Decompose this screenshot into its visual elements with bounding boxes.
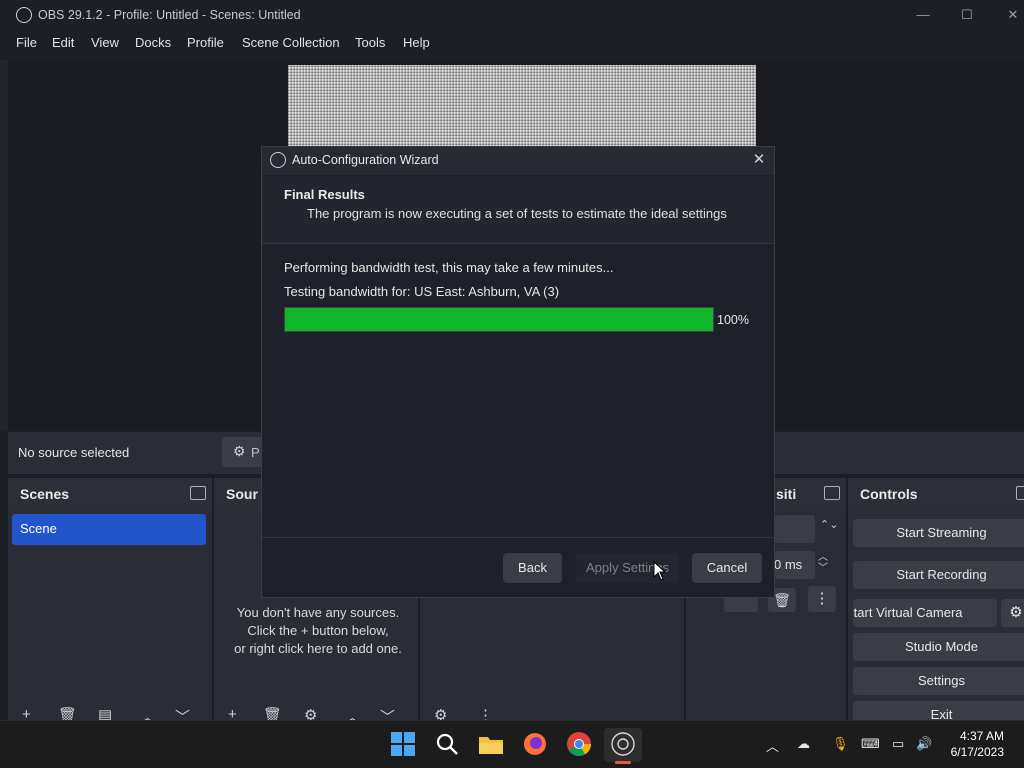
studio-mode-button[interactable]: Studio Mode [853,633,1024,661]
display-icon[interactable]: ▭ [892,736,904,752]
windows-start-icon[interactable] [391,732,415,756]
cancel-button[interactable]: Cancel [692,553,762,583]
clock-date[interactable]: 6/17/2023 [946,745,1004,759]
obs-icon [611,732,635,756]
sources-empty-line3: or right click here to add one. [234,641,402,656]
active-app-indicator [615,761,631,764]
microphone-icon[interactable]: 🎙 [832,736,849,752]
clock-time[interactable]: 4:37 AM [958,729,1004,743]
menu-edit[interactable]: Edit [52,35,74,50]
dialog-close-icon[interactable]: ✕ [750,150,768,170]
menu-tools[interactable]: Tools [355,35,385,50]
menu-help[interactable]: Help [403,35,430,50]
sources-empty-line1: You don't have any sources. [236,605,400,620]
sources-empty-line2: Click the + button below, [247,623,389,638]
preview-canvas[interactable] [288,65,756,155]
left-edge-strip [0,60,8,430]
minimize-button[interactable]: — [913,6,933,24]
undock-icon[interactable] [190,486,206,500]
gear-icon: ⚙ [233,443,246,459]
menu-profile[interactable]: Profile [187,35,224,50]
testing-server-text: Testing bandwidth for: US East: Ashburn,… [284,284,560,299]
progress-bar-fill [285,308,713,331]
virtual-camera-settings-icon[interactable]: ⚙ [1001,599,1024,627]
volume-icon[interactable]: 🔊 [916,736,932,752]
dialog-title: Auto-Configuration Wizard [292,153,439,167]
dialog-divider [262,537,774,538]
mouse-cursor-icon [653,561,667,581]
search-icon[interactable] [435,732,459,756]
no-source-label: No source selected [18,445,130,460]
tray-network-icon[interactable]: ☁ [797,736,810,752]
menu-file[interactable]: File [16,35,37,50]
menu-docks[interactable]: Docks [135,35,171,50]
scenes-dock-title: Scenes [20,486,70,502]
start-virtual-camera-button[interactable]: Start Virtual Camera [853,599,997,627]
menu-view[interactable]: View [91,35,119,50]
back-button[interactable]: Back [503,553,562,583]
menu-scene-collection[interactable]: Scene Collection [242,35,340,50]
obs-logo-icon [270,152,286,168]
obs-logo-icon [16,7,32,23]
tray-overflow-icon[interactable]: ︿ [766,736,779,755]
controls-dock-title: Controls [860,486,918,502]
keyboard-icon[interactable]: ⌨ [861,736,880,752]
sources-dock-title: Sour [226,486,258,502]
select-arrows-icon: ⌃⌄ [820,519,839,531]
window-title: OBS 29.1.2 - Profile: Untitled - Scenes:… [38,8,301,22]
duration-spinner-icon[interactable]: ︿ ﹀ [818,552,828,574]
maximize-button[interactable]: ☐ [957,6,977,24]
undock-icon[interactable] [1016,486,1024,500]
firefox-icon[interactable] [522,731,548,757]
settings-button[interactable]: Settings [853,667,1024,695]
start-streaming-button[interactable]: Start Streaming [853,519,1024,547]
chrome-icon[interactable] [566,731,592,757]
scene-item-label: Scene [20,521,57,536]
status-text: Performing bandwidth test, this may take… [284,260,614,275]
page-title: Final Results [284,187,365,202]
close-button[interactable]: ✕ [1003,6,1023,24]
undock-icon[interactable] [824,486,840,500]
start-recording-button[interactable]: Start Recording [853,561,1024,589]
duration-value: 0 ms [774,557,803,572]
transition-select[interactable] [775,515,815,543]
properties-button-label: P [251,445,260,460]
sources-empty-message[interactable]: You don't have any sources. Click the + … [218,604,418,658]
progress-percent: 100% [717,313,749,327]
page-description: The program is now executing a set of te… [307,206,727,221]
transitions-dock-title: siti [776,486,797,502]
virtual-camera-label: Start Virtual Camera [853,605,963,620]
file-explorer-icon[interactable] [478,733,504,755]
transition-menu-icon[interactable]: ⋮ [808,586,836,612]
